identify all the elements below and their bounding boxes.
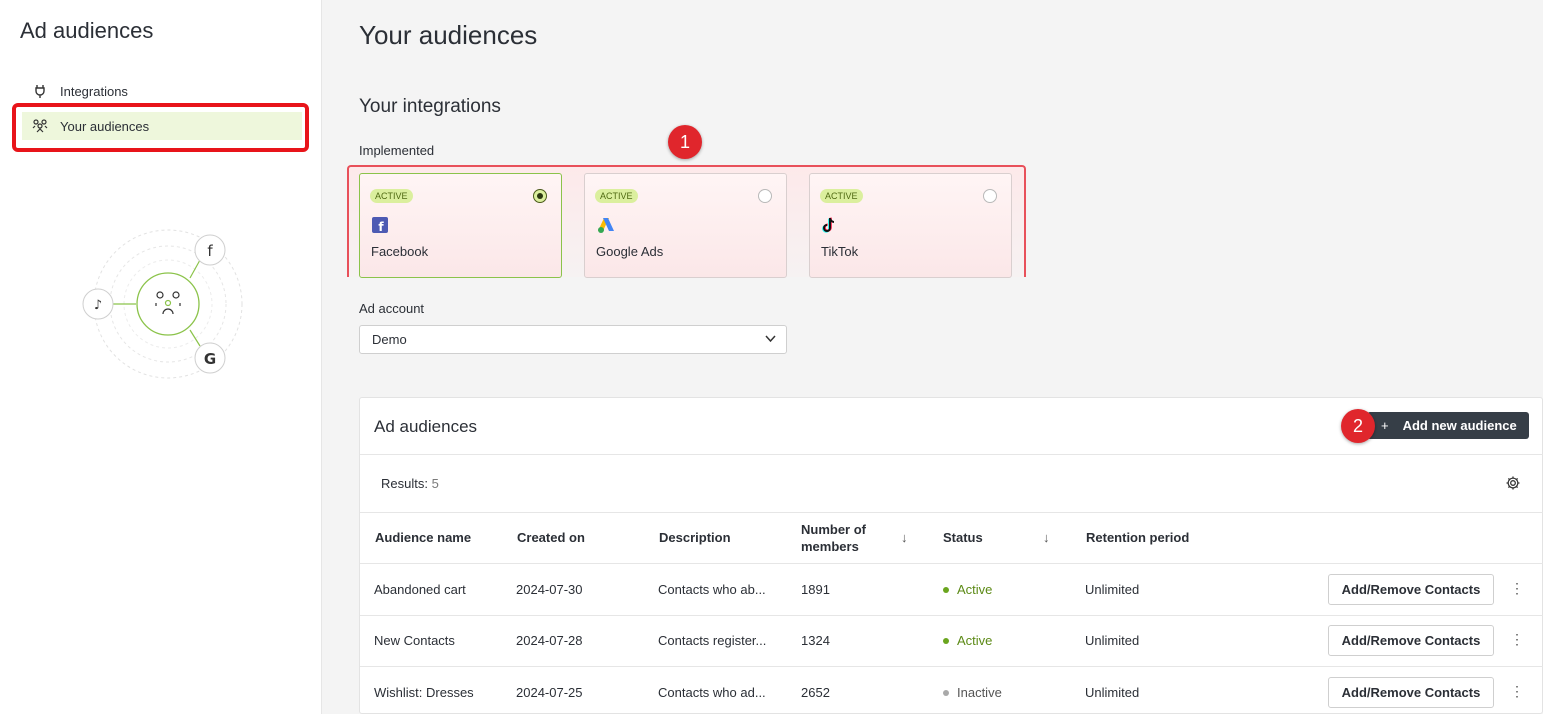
- radio-button[interactable]: [983, 189, 997, 203]
- integration-card-google-ads[interactable]: ACTIVE Google Ads: [584, 173, 787, 278]
- sidebar: Ad audiences Integrations Your audiences…: [0, 0, 322, 714]
- divider: [360, 454, 1543, 455]
- status-text: Active: [957, 582, 993, 597]
- status-dot: [943, 586, 949, 593]
- cell-created-on: 2024-07-25: [516, 685, 583, 700]
- svg-text:♪: ♪: [94, 298, 102, 313]
- cell-retention: Unlimited: [1085, 685, 1140, 700]
- svg-text:G: G: [204, 350, 216, 368]
- column-header-number-of-members[interactable]: Number of members: [801, 521, 866, 555]
- google-ads-icon: [597, 217, 614, 233]
- radio-button[interactable]: [758, 189, 772, 203]
- sort-arrow-icon[interactable]: ↓: [901, 530, 908, 545]
- cell-status: Inactive: [943, 685, 1002, 700]
- panel-title: Ad audiences: [374, 417, 478, 436]
- add-remove-contacts-button[interactable]: Add/Remove Contacts: [1328, 677, 1494, 708]
- cell-description: Contacts who ad...: [658, 685, 766, 700]
- column-header-created-on[interactable]: Created on: [517, 530, 585, 545]
- cell-members: 1891: [801, 582, 830, 597]
- audiences-panel: Ad audiences + Add new audience 2 Result…: [359, 397, 1543, 714]
- results-label: Results:: [381, 476, 428, 491]
- add-remove-contacts-button[interactable]: Add/Remove Contacts: [1328, 625, 1494, 656]
- sidebar-item-integrations[interactable]: Integrations: [32, 77, 312, 105]
- cell-audience-name: New Contacts: [374, 633, 455, 648]
- integration-name: Google Ads: [596, 244, 664, 259]
- table-row: Abandoned cart 2024-07-30 Contacts who a…: [360, 564, 1543, 616]
- status-text: Active: [957, 633, 993, 648]
- add-button-label: Add new audience: [1402, 418, 1517, 433]
- status-badge: ACTIVE: [370, 189, 413, 203]
- more-options-icon[interactable]: ⋮: [1510, 580, 1524, 597]
- cell-members: 1324: [801, 633, 830, 648]
- status-badge: ACTIVE: [595, 189, 638, 203]
- sidebar-item-label: Integrations: [60, 83, 128, 99]
- integration-name: Facebook: [371, 244, 429, 259]
- integration-card-tiktok[interactable]: ACTIVE TikTok: [809, 173, 1012, 278]
- integration-name: TikTok: [821, 244, 859, 259]
- header-line: members: [801, 539, 859, 554]
- tiktok-icon: [822, 217, 838, 233]
- cell-status: Active: [943, 633, 992, 648]
- table-row: New Contacts 2024-07-28 Contacts registe…: [360, 615, 1543, 667]
- main-content: Your audiences Your integrations Impleme…: [323, 0, 1543, 714]
- more-options-icon[interactable]: ⋮: [1510, 631, 1524, 648]
- cell-retention: Unlimited: [1085, 633, 1140, 648]
- radio-button[interactable]: [533, 189, 547, 203]
- more-options-icon[interactable]: ⋮: [1510, 683, 1524, 700]
- facebook-icon: f: [372, 217, 388, 234]
- column-header-description[interactable]: Description: [659, 530, 731, 545]
- column-header-retention-period[interactable]: Retention period: [1086, 530, 1189, 545]
- gear-icon[interactable]: [1505, 475, 1521, 491]
- results-count: 5: [431, 476, 439, 491]
- cell-audience-name: Abandoned cart: [374, 582, 466, 597]
- annotation-marker-1: 1: [668, 125, 702, 159]
- integration-card-facebook[interactable]: ACTIVE f Facebook: [359, 173, 562, 278]
- sort-arrow-icon[interactable]: ↓: [1043, 530, 1050, 545]
- header-line: Number of: [801, 522, 866, 537]
- status-dot: [943, 637, 949, 644]
- divider: [360, 512, 1543, 513]
- page-title: Your audiences: [359, 20, 538, 50]
- ad-account-select[interactable]: Demo: [359, 325, 787, 354]
- chevron-down-icon: [765, 334, 776, 346]
- cell-status: Active: [943, 582, 992, 597]
- svg-text:f: f: [207, 242, 213, 260]
- highlight-annotation: [12, 103, 309, 152]
- cell-audience-name: Wishlist: Dresses: [374, 685, 474, 700]
- add-new-audience-button[interactable]: + Add new audience: [1367, 412, 1529, 439]
- integrations-illustration: ♪ f G: [70, 228, 250, 383]
- table-row: Wishlist: Dresses 2024-07-25 Contacts wh…: [360, 667, 1543, 714]
- annotation-marker-2: 2: [1341, 409, 1375, 443]
- column-header-audience-name[interactable]: Audience name: [375, 530, 471, 545]
- svg-text:f: f: [378, 220, 384, 233]
- integrations-title: Your integrations: [359, 96, 501, 117]
- cell-created-on: 2024-07-28: [516, 633, 583, 648]
- status-text: Inactive: [957, 685, 1002, 700]
- cell-description: Contacts who ab...: [658, 582, 766, 597]
- cell-created-on: 2024-07-30: [516, 582, 583, 597]
- cell-retention: Unlimited: [1085, 582, 1140, 597]
- implemented-label: Implemented: [359, 143, 435, 158]
- plug-icon: [32, 83, 48, 99]
- status-badge: ACTIVE: [820, 189, 863, 203]
- plus-icon: +: [1381, 418, 1389, 433]
- add-remove-contacts-button[interactable]: Add/Remove Contacts: [1328, 574, 1494, 605]
- status-dot: [943, 689, 949, 696]
- cell-members: 2652: [801, 685, 830, 700]
- ad-account-label: Ad account: [359, 301, 425, 316]
- cell-description: Contacts register...: [658, 633, 767, 648]
- column-header-status[interactable]: Status: [943, 530, 983, 545]
- sidebar-title: Ad audiences: [20, 18, 154, 43]
- results-summary: Results: 5: [381, 476, 439, 491]
- ad-account-value: Demo: [372, 332, 407, 347]
